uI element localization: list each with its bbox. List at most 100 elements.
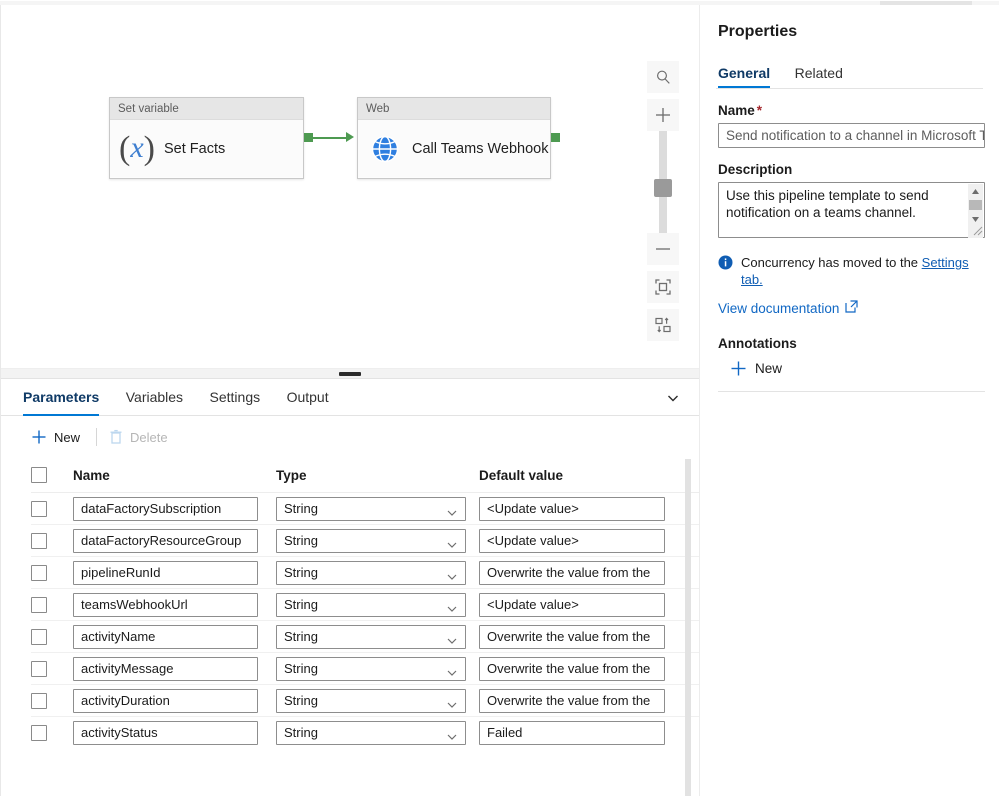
column-header-type: Type — [276, 467, 307, 483]
row-checkbox[interactable] — [31, 660, 47, 677]
pipeline-name-input[interactable]: Send notification to a channel in Micros… — [718, 123, 985, 148]
row-select-cell — [31, 692, 73, 709]
parameter-default-value-input[interactable]: Failed — [479, 720, 665, 745]
properties-tabs: General Related — [716, 59, 983, 89]
panel-splitter[interactable] — [1, 368, 699, 379]
row-checkbox[interactable] — [31, 628, 47, 645]
parameter-default-value-input[interactable]: Overwrite the value from the — [479, 560, 665, 585]
row-checkbox[interactable] — [31, 532, 47, 549]
command-separator — [96, 428, 98, 446]
parameter-name-input[interactable]: dataFactoryResourceGroup — [73, 528, 258, 553]
parameter-name-cell: pipelineRunId — [73, 560, 276, 585]
parameter-type-cell: String — [276, 720, 479, 745]
chevron-down-icon — [446, 664, 458, 680]
scroll-up-arrow[interactable] — [968, 184, 983, 198]
parameter-name-input[interactable]: activityDuration — [73, 688, 258, 713]
parameter-type-select[interactable]: String — [276, 528, 466, 553]
output-port-web[interactable] — [551, 133, 560, 142]
tab-related[interactable]: Related — [795, 59, 843, 87]
parameter-type-cell: String — [276, 656, 479, 681]
parameter-type-cell: String — [276, 528, 479, 553]
row-select-cell — [31, 596, 73, 613]
parameter-default-value-cell: Overwrite the value from the — [479, 688, 669, 713]
chevron-down-icon — [446, 568, 458, 584]
canvas-zoom-in-button[interactable] — [647, 99, 679, 131]
table-row: activityStatus String Failed — [31, 716, 699, 748]
parameter-default-value-input[interactable]: Overwrite the value from the — [479, 656, 665, 681]
parameter-default-value-input[interactable]: Overwrite the value from the — [479, 688, 665, 713]
new-annotation-label: New — [755, 361, 783, 376]
set-variable-icon: (x) — [119, 129, 155, 167]
activity-name-label: Call Teams Webhook — [412, 140, 549, 157]
tab-settings[interactable]: Settings — [210, 379, 261, 415]
parameters-rows: dataFactorySubscription String <Update val… — [31, 492, 699, 748]
parameter-default-value-cell: <Update value> — [479, 496, 669, 521]
parameter-type-select[interactable]: String — [276, 560, 466, 585]
connector-line — [313, 137, 347, 139]
parameter-type-select[interactable]: String — [276, 496, 466, 521]
zoom-slider-knob[interactable] — [654, 179, 672, 197]
parameter-type-select[interactable]: String — [276, 624, 466, 649]
table-row: dataFactoryResourceGroup String <Update va… — [31, 524, 699, 556]
parameter-name-input[interactable]: activityName — [73, 624, 258, 649]
concurrency-info-message: Concurrency has moved to the Settings ta… — [718, 254, 983, 288]
plus-icon — [32, 430, 46, 444]
parameter-name-input[interactable]: activityStatus — [73, 720, 258, 745]
properties-panel: Properties General Related Name * Send no… — [699, 5, 999, 796]
parameters-scrollbar-thumb[interactable] — [685, 459, 691, 796]
pipeline-description-textarea[interactable]: Use this pipeline template to send notif… — [718, 182, 985, 238]
info-message-body: Concurrency has moved to the — [741, 255, 922, 270]
row-checkbox[interactable] — [31, 564, 47, 581]
tab-parameters[interactable]: Parameters — [23, 379, 100, 416]
splitter-grip[interactable] — [339, 372, 361, 376]
activity-node-set-variable[interactable]: Set variable (x) Set Facts — [109, 97, 304, 179]
tab-output[interactable]: Output — [287, 379, 329, 415]
parameter-type-select[interactable]: String — [276, 656, 466, 681]
select-all-checkbox[interactable] — [31, 467, 47, 483]
parameter-default-value-input[interactable]: Overwrite the value from the — [479, 624, 665, 649]
description-scrollbar-thumb[interactable] — [969, 200, 982, 210]
canvas-fit-to-screen-button[interactable] — [647, 271, 679, 303]
row-checkbox[interactable] — [31, 692, 47, 709]
parameter-name-input[interactable]: pipelineRunId — [73, 560, 258, 585]
parameter-name-input[interactable]: dataFactorySubscription — [73, 496, 258, 521]
parameter-default-value-input[interactable]: <Update value> — [479, 592, 665, 617]
activity-name-label: Set Facts — [164, 140, 226, 157]
tab-variables[interactable]: Variables — [126, 379, 183, 415]
tab-general[interactable]: General — [718, 59, 771, 88]
delete-parameter-button[interactable]: Delete — [109, 429, 168, 445]
parameter-type-select[interactable]: String — [276, 688, 466, 713]
collapse-panel-button[interactable] — [661, 386, 685, 410]
row-checkbox[interactable] — [31, 596, 47, 613]
info-icon — [718, 255, 734, 273]
parameter-name-input[interactable]: activityMessage — [73, 656, 258, 681]
parameter-default-value-input[interactable]: <Update value> — [479, 496, 665, 521]
textarea-resize-grip[interactable] — [970, 223, 983, 236]
table-row: teamsWebhookUrl String <Update value> — [31, 588, 699, 620]
parameter-type-value: String — [284, 564, 318, 580]
parameter-type-select[interactable]: String — [276, 592, 466, 617]
pipeline-canvas[interactable]: Set variable (x) Set Facts Web Call Team… — [1, 5, 699, 368]
parameter-name-input[interactable]: teamsWebhookUrl — [73, 592, 258, 617]
canvas-zoom-slider[interactable] — [647, 131, 679, 233]
row-select-cell — [31, 660, 73, 677]
parameter-type-select[interactable]: String — [276, 720, 466, 745]
row-select-cell — [31, 564, 73, 581]
view-documentation-link[interactable]: View documentation — [718, 300, 983, 316]
parameter-default-value-input[interactable]: <Update value> — [479, 528, 665, 553]
canvas-auto-align-button[interactable] — [647, 309, 679, 341]
output-port-set-variable[interactable] — [304, 133, 313, 142]
chevron-down-icon — [446, 728, 458, 744]
canvas-zoom-out-button[interactable] — [647, 233, 679, 265]
activity-node-web[interactable]: Web Call Teams Webhook — [357, 97, 551, 179]
row-checkbox[interactable] — [31, 724, 47, 741]
column-header-name: Name — [73, 467, 110, 483]
table-row: dataFactorySubscription String <Update val… — [31, 492, 699, 524]
row-checkbox[interactable] — [31, 500, 47, 517]
bottom-panel-tabs: Parameters Variables Settings Output — [1, 379, 699, 416]
parameter-type-cell: String — [276, 560, 479, 585]
canvas-search-button[interactable] — [647, 61, 679, 93]
new-annotation-button[interactable]: New — [730, 360, 983, 377]
chevron-down-icon — [446, 536, 458, 552]
new-parameter-button[interactable]: New — [31, 429, 80, 445]
